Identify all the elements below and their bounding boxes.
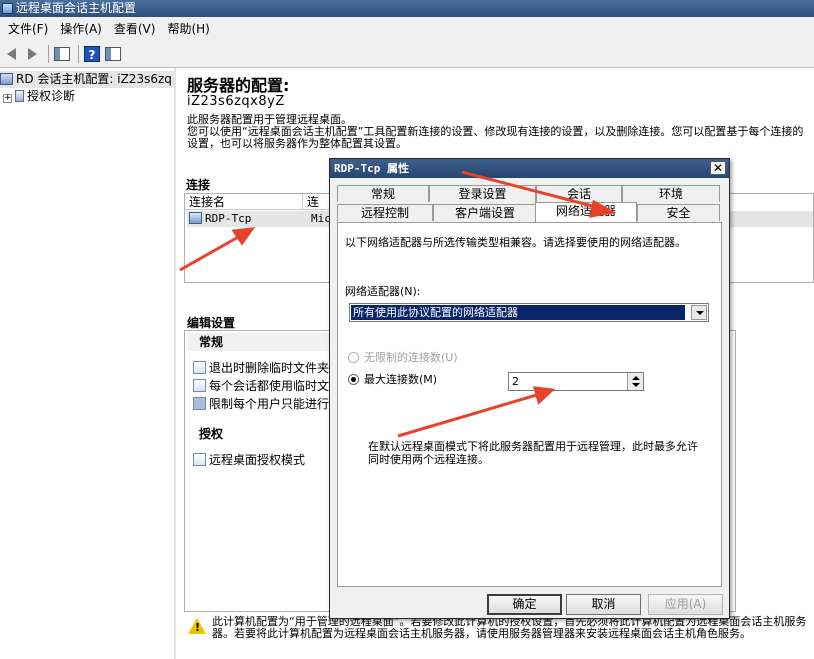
menu-help[interactable]: 帮助(H) (161, 17, 215, 41)
toolbar-separator (78, 45, 79, 63)
tree-item-label: 授权诊断 (27, 89, 76, 103)
dialog-title-bar: RDP-Tcp 属性 ✕ (330, 159, 729, 178)
connections-label: 连接 (186, 178, 211, 192)
network-adapter-select[interactable]: 所有使用此协议配置的网络适配器 (349, 303, 709, 322)
max-connections-value: 2 (512, 375, 519, 388)
property-label: 退出时删除临时文件夹 (209, 361, 330, 375)
ok-button[interactable]: 确定 (487, 594, 562, 615)
adapter-label: 网络适配器(N): (345, 285, 421, 298)
computer-icon (0, 73, 13, 85)
menu-file[interactable]: 文件(F) (2, 17, 54, 41)
tab-environment[interactable]: 环境 (622, 185, 720, 202)
connection-col2: Mic (311, 212, 331, 225)
property-icon (193, 361, 206, 374)
app-icon (2, 3, 13, 14)
show-hide-console-tree-icon[interactable] (53, 45, 71, 63)
connection-name: RDP-Tcp (205, 212, 252, 225)
back-icon[interactable] (2, 45, 20, 63)
toolbar: ? (0, 41, 814, 68)
forward-icon[interactable] (23, 45, 41, 63)
diagnosis-icon (15, 90, 24, 102)
property-label: 限制每个用户只能进行 (209, 397, 330, 411)
tab-client-settings[interactable]: 客户端设置 (433, 204, 537, 221)
toolbar-separator (48, 45, 49, 63)
max-connections-radio[interactable] (348, 374, 359, 385)
network-adapter-page: 以下网络适配器与所选传输类型相兼容。请选择要使用的网络适配器。 网络适配器(N)… (337, 222, 722, 587)
expand-icon[interactable]: + (3, 94, 12, 103)
note-text: 在默认远程桌面模式下将此服务器配置用于远程管理，此时最多允许同时使用两个远程连接… (368, 440, 698, 466)
warning-text: 此计算机配置为“用于管理的远程桌面”。若要修改此计算机的授权设置，首先必须将此计… (212, 615, 807, 640)
rdp-tcp-properties-dialog: RDP-Tcp 属性 ✕ 常规 登录设置 会话 环境 远程控制 客户端设置 网络… (329, 158, 730, 619)
unlimited-connections-label: 无限制的连接数(U) (364, 351, 458, 364)
property-delete-temp-folder[interactable]: 退出时删除临时文件夹 (193, 360, 329, 376)
edit-settings-label: 编辑设置 (187, 316, 236, 330)
menu-view[interactable]: 查看(V) (108, 17, 162, 41)
server-name: iZ23s6zqx8yZ (187, 94, 285, 109)
action-pane-icon[interactable] (104, 45, 122, 63)
connection-icon (189, 212, 202, 224)
column-header-name[interactable]: 连接名 (185, 194, 303, 210)
console-tree: RD 会话主机配置: iZ23s6zq + 授权诊断 (0, 68, 176, 659)
property-restrict-single-session[interactable]: 限制每个用户只能进行 (193, 396, 329, 412)
max-connections-label: 最大连接数(M) (364, 373, 438, 386)
property-icon (193, 397, 206, 410)
max-connections-stepper[interactable]: 2 (508, 372, 644, 391)
property-icon (193, 453, 206, 466)
tab-network-adapter[interactable]: 网络适配器 (535, 202, 637, 222)
description: 此服务器配置用于管理远程桌面。 您可以使用“远程桌面会话主机配置”工具配置新连接… (187, 113, 804, 150)
stepper-arrows-icon[interactable] (627, 373, 643, 390)
selected-adapter: 所有使用此协议配置的网络适配器 (351, 305, 685, 320)
property-icon (193, 379, 206, 392)
tab-remote-control[interactable]: 远程控制 (337, 204, 433, 221)
tab-sessions[interactable]: 会话 (536, 185, 622, 202)
menu-action[interactable]: 操作(A) (54, 17, 108, 41)
tab-general[interactable]: 常规 (337, 185, 429, 202)
tab-security[interactable]: 安全 (637, 204, 720, 221)
window-title: 远程桌面会话主机配置 (16, 1, 137, 15)
property-licensing-mode[interactable]: 远程桌面授权模式 (193, 452, 305, 468)
cancel-button[interactable]: 取消 (566, 594, 641, 615)
warning-icon (188, 618, 206, 634)
intro-text: 以下网络适配器与所选传输类型相兼容。请选择要使用的网络适配器。 (345, 236, 686, 249)
window-title-bar: 远程桌面会话主机配置 (0, 0, 814, 17)
property-label: 每个会话都使用临时文 (209, 379, 330, 393)
tree-item-label: RD 会话主机配置: iZ23s6zq (16, 72, 172, 86)
warning-panel: 此计算机配置为“用于管理的远程桌面”。若要修改此计算机的授权设置，首先必须将此计… (184, 612, 814, 659)
tree-item-rd-config[interactable]: RD 会话主机配置: iZ23s6zq (0, 71, 174, 88)
dialog-title: RDP-Tcp 属性 (334, 162, 409, 175)
menu-bar: 文件(F) 操作(A) 查看(V) 帮助(H) (0, 17, 814, 41)
help-icon[interactable]: ? (83, 45, 101, 63)
close-icon[interactable]: ✕ (710, 161, 726, 175)
unlimited-connections-radio[interactable] (348, 352, 359, 363)
tree-item-license-diagnosis[interactable]: + 授权诊断 (0, 88, 75, 105)
apply-button[interactable]: 应用(A) (648, 594, 723, 615)
tab-logon-settings[interactable]: 登录设置 (429, 185, 536, 202)
page-title: 服务器的配置: (187, 76, 290, 95)
property-label: 远程桌面授权模式 (209, 453, 306, 467)
chevron-down-icon[interactable] (691, 305, 707, 320)
property-temp-folder-per-session[interactable]: 每个会话都使用临时文 (193, 378, 329, 394)
